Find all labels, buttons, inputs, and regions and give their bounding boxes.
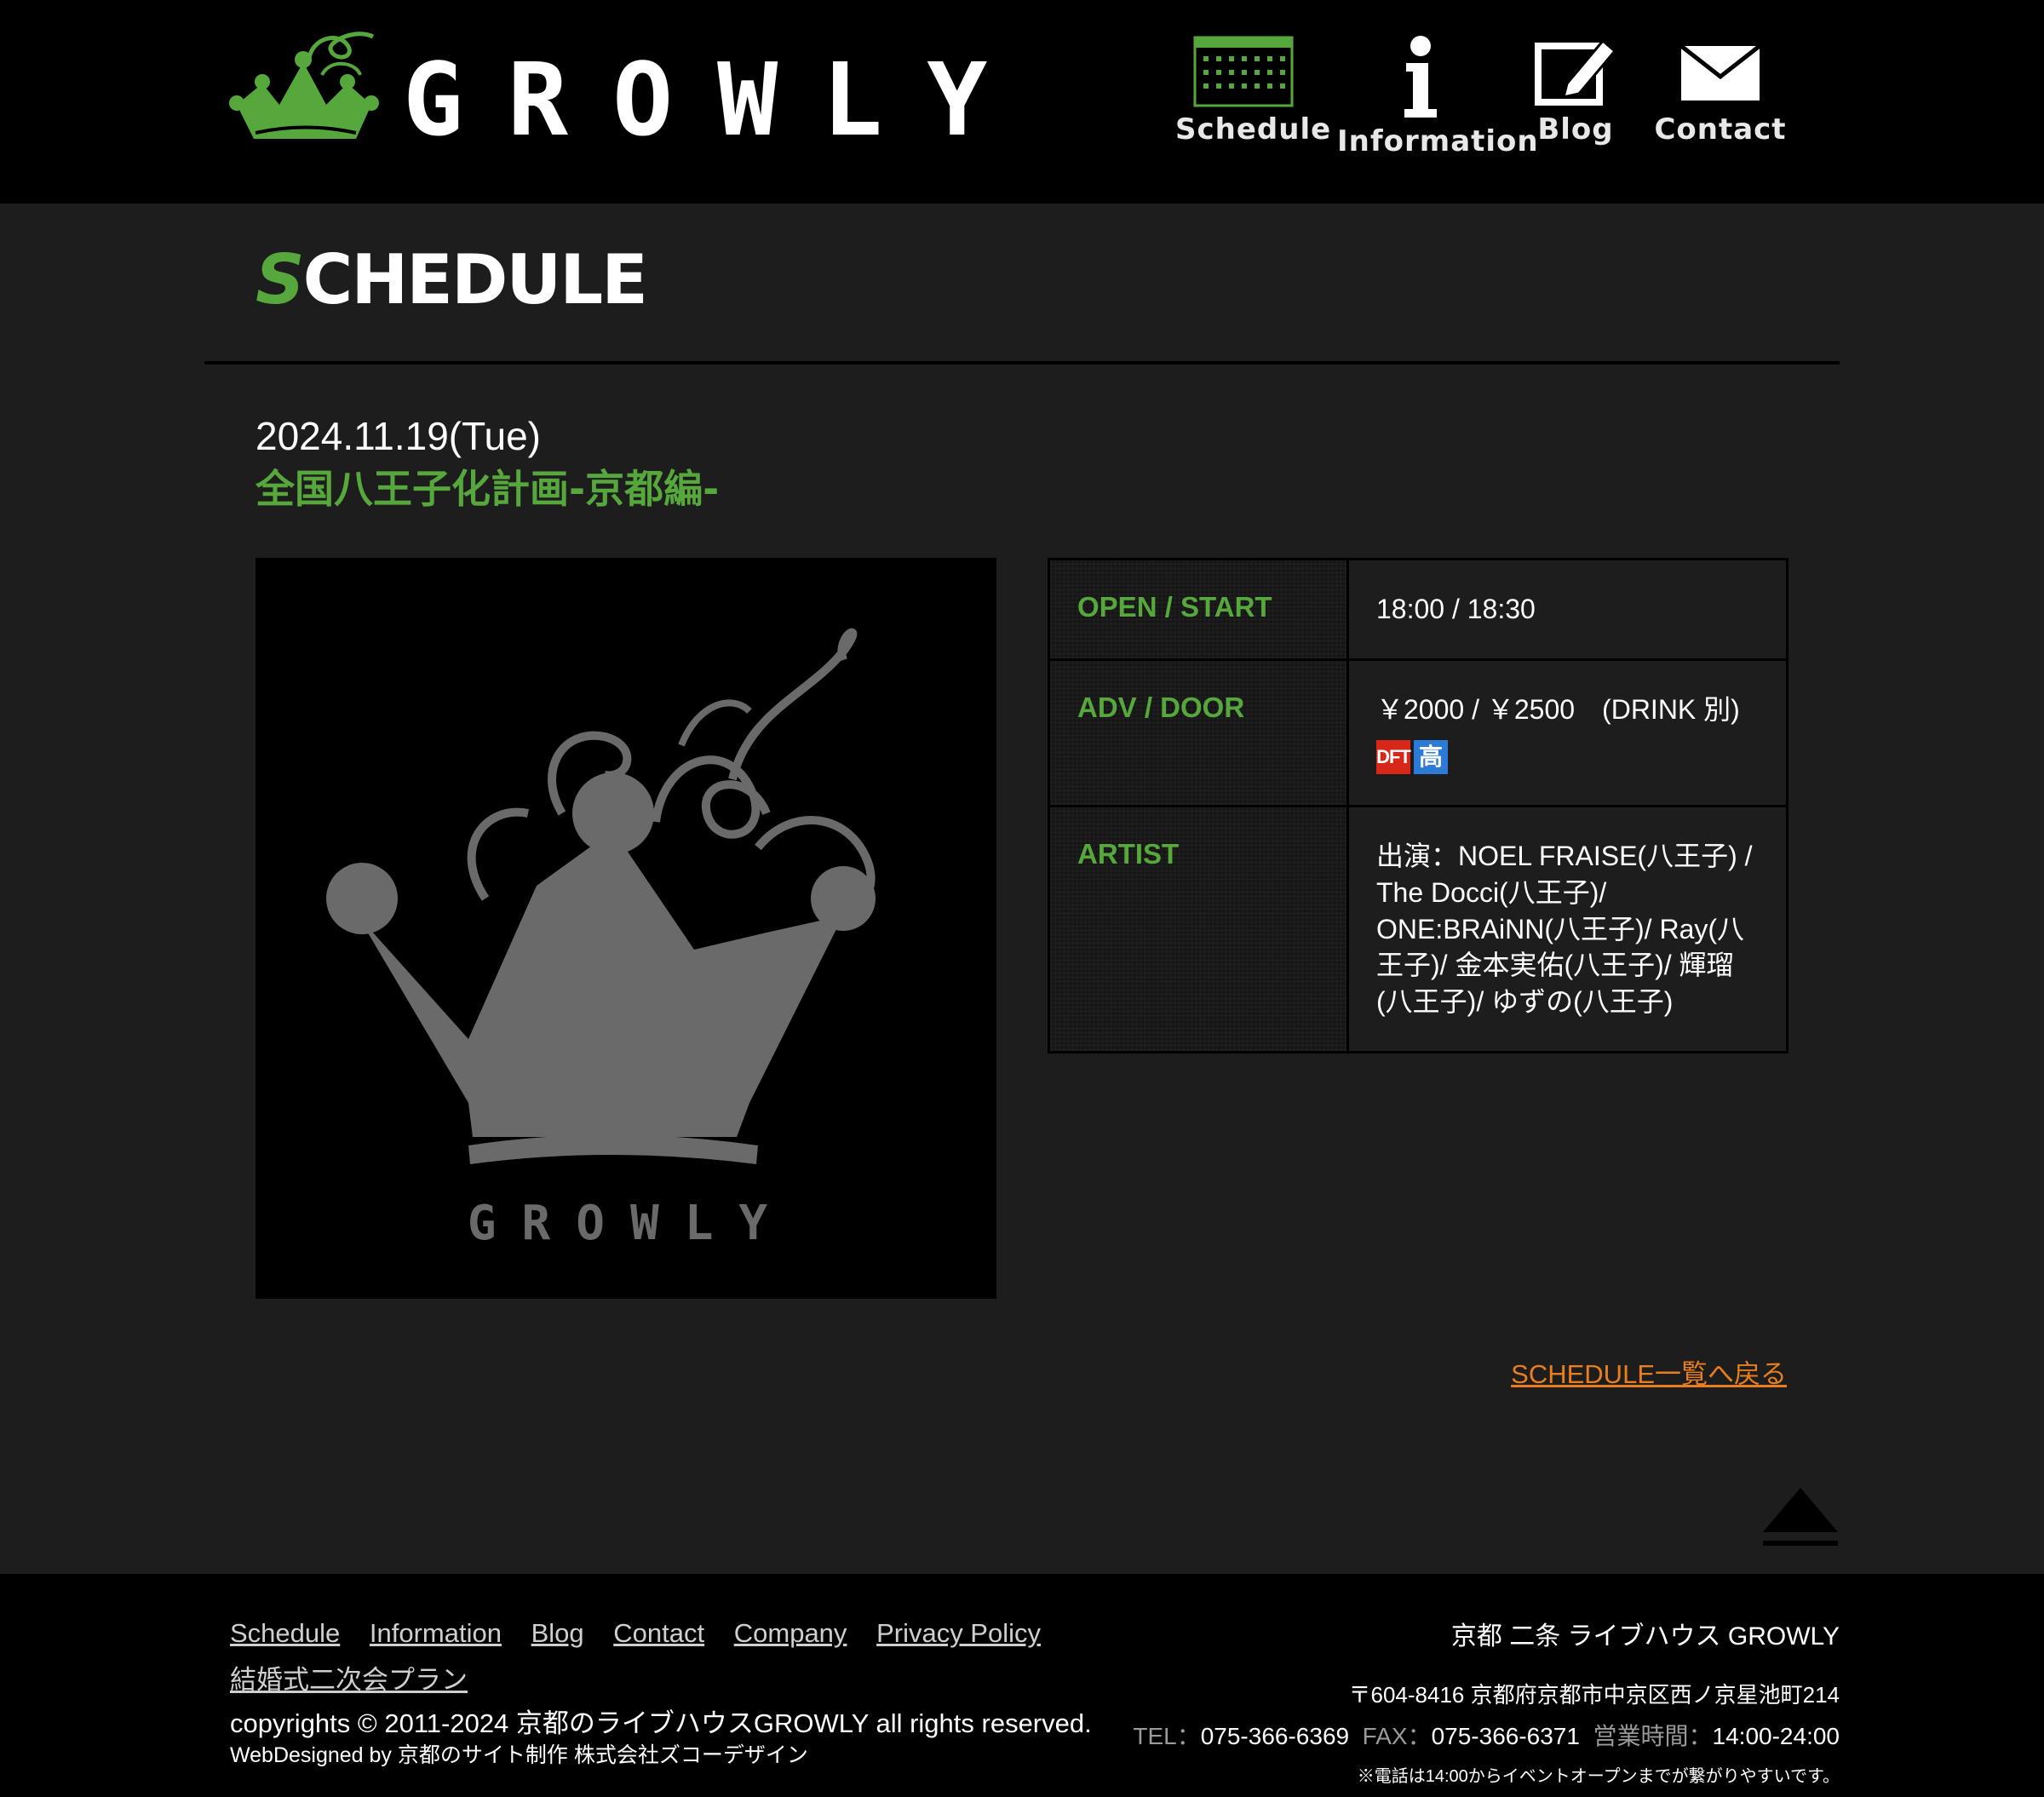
page-title: SCHEDULE	[256, 246, 648, 314]
nav-blog[interactable]: Blog	[1524, 34, 1627, 146]
fax-number: 075-366-6371	[1431, 1723, 1580, 1749]
nav-information[interactable]: Information	[1337, 34, 1539, 158]
event-title: 全国八王子化計画-京都編-	[256, 466, 720, 512]
tel-number: 075-366-6369	[1200, 1723, 1350, 1749]
footer-link-wedding-plan[interactable]: 結婚式二次会プラン	[230, 1665, 468, 1695]
footer-link-contact[interactable]: Contact	[613, 1618, 704, 1648]
nav-contact[interactable]: Contact	[1652, 34, 1788, 146]
footer-link-privacy[interactable]: Privacy Policy	[876, 1618, 1041, 1648]
business-hours: 14:00-24:00	[1712, 1723, 1840, 1749]
footer-link-company[interactable]: Company	[734, 1618, 847, 1648]
page-title-rest: CHEDULE	[302, 240, 648, 319]
webdesign-credit: WebDesigned by 京都のサイト制作 株式会社ズコーデザイン	[230, 1743, 808, 1767]
nav-schedule[interactable]: Schedule	[1175, 34, 1332, 146]
copyright: copyrights © 2011-2024 京都のライブハウスGROWLY a…	[230, 1708, 1092, 1738]
nav-label: Schedule	[1175, 112, 1332, 146]
footer-link-blog[interactable]: Blog	[531, 1618, 584, 1648]
row-value: 出演：NOEL FRAISE(八王子) / The Docci(八王子)/ ON…	[1346, 804, 1788, 1054]
hours-label: 営業時間：	[1593, 1723, 1713, 1749]
row-value-cell: ￥2000 / ￥2500 (DRINK 別) DFT 高	[1346, 657, 1788, 807]
pencil-icon	[1535, 38, 1617, 106]
table-row: ADV / DOOR ￥2000 / ￥2500 (DRINK 別) DFT 高	[1048, 657, 1788, 807]
site-footer: Schedule Information Blog Contact Compan…	[0, 1574, 2044, 1797]
nav-label: Information	[1337, 124, 1539, 158]
calendar-icon	[1193, 36, 1294, 107]
page-title-initial: S	[256, 240, 305, 319]
footer-link-information[interactable]: Information	[370, 1618, 502, 1648]
growly-crown-image: GROWLY	[326, 628, 876, 1251]
venue-name: 京都 二条 ライブハウス GROWLY	[1450, 1622, 1840, 1651]
phone-note: ※電話は14:00からイベントオープンまでが繋がりやすいです。	[1357, 1767, 1840, 1786]
row-value: 18:00 / 18:30	[1346, 558, 1788, 661]
row-label: ADV / DOOR	[1048, 657, 1349, 807]
row-value: ￥2000 / ￥2500 (DRINK 別)	[1376, 693, 1740, 725]
badges: DFT 高	[1376, 739, 1759, 774]
venue-address: 〒604-8416 京都府京都市中京区西ノ京星池町214	[1348, 1682, 1840, 1708]
dft-badge-icon: DFT	[1376, 739, 1411, 774]
venue-info: 京都 二条 ライブハウス GROWLY 〒604-8416 京都府京都市中京区西…	[1133, 1615, 1840, 1787]
main-nav: Schedule Information Blog Contact	[1175, 34, 2044, 179]
envelope-icon	[1679, 44, 1761, 100]
table-row: ARTIST 出演：NOEL FRAISE(八王子) / The Docci(八…	[1048, 804, 1788, 1054]
site-logo[interactable]: GROWLY	[228, 24, 995, 152]
footer-nav: Schedule Information Blog Contact Compan…	[230, 1610, 1124, 1703]
row-label: ARTIST	[1048, 804, 1349, 1054]
back-to-schedule-link[interactable]: SCHEDULE一覧へ戻る	[1511, 1352, 1787, 1391]
row-label: OPEN / START	[1048, 558, 1349, 661]
site-header: GROWLY Schedule Information Blog Contact	[0, 0, 2044, 204]
flyer-wordmark: GROWLY	[468, 1196, 793, 1251]
crown-logo-icon	[229, 32, 379, 139]
nav-label: Blog	[1537, 112, 1614, 146]
nav-label: Contact	[1654, 112, 1787, 146]
event-flyer: GROWLY	[256, 558, 996, 1299]
logo-wordmark: GROWLY	[403, 41, 1032, 158]
event-info-table: OPEN / START 18:00 / 18:30 ADV / DOOR ￥2…	[1048, 558, 1788, 1054]
contact-line: TEL：075-366-6369 FAX：075-366-6371 営業時間：1…	[1133, 1718, 1840, 1752]
info-icon	[1404, 36, 1437, 118]
table-row: OPEN / START 18:00 / 18:30	[1048, 558, 1788, 661]
page-top-arrow-icon[interactable]	[1761, 1486, 1840, 1550]
event-date: 2024.11.19(Tue)	[256, 414, 542, 458]
tel-label: TEL：	[1133, 1723, 1201, 1749]
fax-label: FAX：	[1362, 1723, 1432, 1749]
page-title-section: SCHEDULE	[204, 204, 1840, 365]
high-school-badge-icon: 高	[1414, 739, 1448, 774]
footer-link-schedule[interactable]: Schedule	[230, 1618, 340, 1648]
